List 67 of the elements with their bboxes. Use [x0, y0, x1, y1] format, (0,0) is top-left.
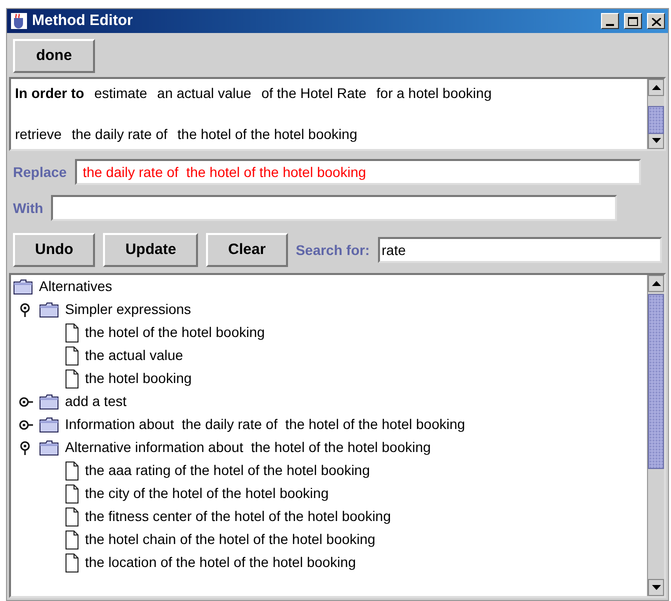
folder-icon — [13, 278, 33, 294]
scroll-up-button[interactable] — [648, 79, 664, 96]
tree-item[interactable]: add a test — [65, 391, 126, 412]
toolbar-button[interactable]: Update — [103, 233, 198, 267]
tree-item[interactable]: the hotel chain of the hotel of the hotel booking — [85, 529, 376, 550]
maximize-icon — [628, 17, 638, 26]
folder-icon — [39, 302, 59, 318]
collapsed-handle-icon[interactable] — [19, 418, 33, 430]
statement-phrase[interactable]: the hotel of the hotel booking — [177, 124, 358, 145]
scroll-down-button[interactable] — [648, 579, 664, 596]
with-label: With — [13, 198, 44, 218]
scroll-thumb[interactable] — [648, 106, 664, 134]
scroll-thumb[interactable] — [648, 294, 664, 469]
folder-icon — [39, 394, 59, 410]
statement-phrase[interactable]: for a hotel booking — [376, 83, 492, 104]
down-arrow-icon — [652, 585, 660, 590]
tree-item[interactable]: the city of the hotel of the hotel booking — [85, 483, 329, 504]
replace-label: Replace — [13, 162, 67, 182]
statement-lead: In order to — [15, 84, 84, 103]
scrollbar[interactable] — [647, 79, 664, 149]
file-icon — [65, 346, 79, 366]
statement-phrase[interactable]: an actual value — [157, 83, 252, 104]
file-icon — [65, 368, 79, 388]
minimize-icon — [606, 23, 614, 26]
scrollbar[interactable] — [647, 275, 664, 596]
tree-item[interactable]: the hotel of the hotel booking — [85, 322, 265, 343]
folder-icon — [39, 440, 59, 456]
up-arrow-icon — [652, 281, 660, 286]
expanded-handle-icon[interactable] — [19, 440, 31, 454]
minimize-button[interactable] — [601, 13, 619, 29]
tree-item[interactable]: the hotel booking — [85, 368, 192, 389]
with-field[interactable] — [51, 195, 618, 221]
file-icon — [65, 460, 79, 480]
statement-phrase[interactable]: retrieve — [15, 124, 62, 145]
app-icon — [10, 12, 28, 30]
toolbar-button[interactable]: Clear — [206, 233, 288, 267]
search-label: Search for: — [296, 240, 370, 260]
done-button[interactable]: done — [13, 39, 95, 73]
tree-item[interactable]: the fitness center of the hotel of the hotel booking — [85, 506, 391, 527]
collapsed-handle-icon[interactable] — [19, 396, 33, 408]
search-field[interactable]: rate — [378, 237, 662, 263]
window-title: Method Editor — [32, 10, 134, 31]
file-icon — [65, 506, 79, 526]
tree-item[interactable]: Alternatives — [39, 276, 112, 297]
close-button[interactable] — [647, 13, 665, 29]
scroll-up-button[interactable] — [648, 275, 664, 292]
statement-phrase[interactable]: estimate — [94, 83, 148, 104]
down-arrow-icon — [652, 138, 660, 143]
file-icon — [65, 552, 79, 572]
toolbar-button[interactable]: Undo — [13, 233, 96, 267]
replace-field[interactable]: the daily rate of the hotel of the hotel booking — [74, 159, 641, 185]
expanded-handle-icon[interactable] — [19, 302, 31, 316]
tree-item[interactable]: Alternative information about the hotel of the hotel booking — [65, 437, 431, 458]
tree-item[interactable]: the location of the hotel of the hotel booking — [85, 552, 356, 573]
up-arrow-icon — [652, 85, 660, 90]
tree-item[interactable]: the aaa rating of the hotel of the hotel booking — [85, 460, 370, 481]
statement-phrase[interactable]: of the Hotel Rate — [261, 83, 366, 104]
tree-item[interactable]: Simpler expressions — [65, 299, 192, 320]
tree-item[interactable]: Information about the daily rate of the hotel of the hotel booking — [65, 414, 466, 435]
maximize-button[interactable] — [624, 13, 642, 29]
statement-phrase[interactable]: the daily rate of — [72, 124, 168, 145]
close-icon — [652, 18, 660, 26]
file-icon — [65, 484, 79, 504]
file-icon — [65, 530, 79, 550]
tree-item[interactable]: the actual value — [85, 345, 184, 366]
folder-icon — [39, 416, 59, 432]
file-icon — [65, 322, 79, 342]
